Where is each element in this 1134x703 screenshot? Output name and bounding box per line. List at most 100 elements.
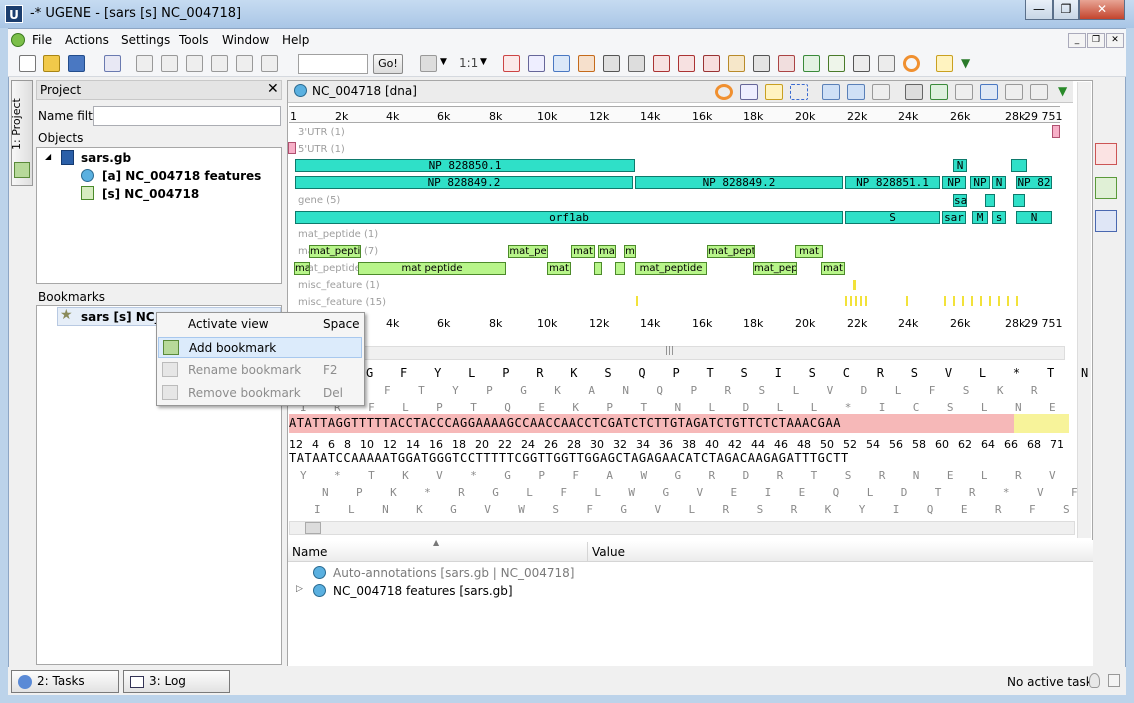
dna-icon[interactable] (703, 55, 720, 72)
menu-file[interactable]: File (32, 33, 52, 47)
misc-feature-mark[interactable] (906, 296, 908, 306)
cut-icon[interactable] (678, 55, 695, 72)
close-window-button[interactable]: ✕ (1079, 0, 1125, 20)
find-repeats-icon[interactable] (553, 55, 570, 72)
show-translation-icon[interactable] (847, 84, 865, 100)
peptide-feature[interactable]: mat (795, 245, 823, 258)
peptide-feature[interactable]: mat_pepti (309, 245, 361, 258)
gene-feature[interactable] (985, 194, 995, 207)
restriction-sites-icon[interactable] (628, 55, 645, 72)
peptide-feature[interactable]: mat (571, 245, 595, 258)
overview-ruler[interactable] (289, 106, 1060, 123)
5utr-marker[interactable] (288, 142, 296, 154)
peptide-feature[interactable]: ma (598, 245, 616, 258)
tree-item-features[interactable]: [a] NC_004718 features (102, 169, 261, 183)
open-folder-icon[interactable] (43, 55, 60, 72)
scroll-grip-icon[interactable]: ||| (665, 346, 674, 356)
menu-activate-view[interactable]: Activate view Space (158, 314, 362, 335)
zoom-dropdown-icon[interactable]: ▼ (480, 57, 487, 67)
abc-toggle-icon[interactable] (765, 84, 783, 100)
tool-icon[interactable] (853, 55, 870, 72)
zoom-selection-icon[interactable] (980, 84, 998, 100)
annotation-row[interactable]: NC_004718 features [sars.gb] (333, 584, 513, 598)
peptide-feature[interactable]: mat_peptide (635, 262, 707, 275)
copy-complement-icon[interactable] (186, 55, 203, 72)
sequence-abc-icon[interactable] (1095, 143, 1117, 165)
cds-feature[interactable]: NP 828849.2 (635, 176, 843, 189)
peptide-feature[interactable]: m (624, 245, 636, 258)
cds-feature[interactable]: NP_82 (1016, 176, 1052, 189)
cds-feature[interactable]: NP 828849.2 (295, 176, 633, 189)
peptide-feature[interactable]: ma (294, 262, 310, 275)
menu-remove-bookmark[interactable]: Remove bookmark Del (158, 383, 362, 404)
goto-position-input[interactable] (298, 54, 368, 74)
edit-sequence-icon[interactable] (104, 55, 121, 72)
misc-feature-mark[interactable] (944, 296, 1020, 306)
orf-feature[interactable]: s (992, 211, 1006, 224)
mdi-close-button[interactable]: ✕ (1106, 33, 1124, 48)
annotation-row[interactable]: Auto-annotations [sars.gb | NC_004718] (333, 566, 574, 580)
primer-icon[interactable] (653, 55, 670, 72)
close-panel-icon[interactable]: ✕ (267, 81, 279, 97)
peptide-feature[interactable]: mat peptide (358, 262, 506, 275)
smith-waterman-icon[interactable] (528, 55, 545, 72)
menu-settings[interactable]: Settings (121, 33, 170, 47)
log-button[interactable]: 3: Log (123, 670, 230, 693)
analyze-icon[interactable] (778, 55, 795, 72)
column-header-value[interactable]: Value (592, 545, 625, 559)
maximize-button[interactable]: ❐ (1053, 0, 1079, 20)
cds-feature[interactable]: NP 828850.1 (295, 159, 635, 172)
more-options-icon[interactable]: ▼ (1058, 84, 1067, 98)
column-header-name[interactable]: Name (292, 545, 327, 559)
graphs-icon[interactable] (740, 84, 758, 100)
notification-bulb-icon[interactable] (1089, 673, 1100, 688)
orf-feature[interactable]: orf1ab (295, 211, 843, 224)
find-pattern-icon[interactable] (503, 55, 520, 72)
detail-scroll-thumb[interactable] (305, 522, 321, 534)
peptide-feature[interactable] (594, 262, 602, 275)
3utr-marker[interactable] (1052, 125, 1060, 138)
zoom-out-icon[interactable] (955, 84, 973, 100)
orf-feature[interactable]: S (845, 211, 940, 224)
menu-help[interactable]: Help (282, 33, 309, 47)
column-divider[interactable] (587, 542, 588, 562)
menu-add-bookmark[interactable]: Add bookmark (158, 337, 362, 358)
cds-feature[interactable]: N (953, 159, 967, 172)
dotplot-icon[interactable] (753, 55, 770, 72)
menu-rename-bookmark[interactable]: Rename bookmark F2 (158, 360, 362, 381)
cds-feature[interactable]: NP (942, 176, 966, 189)
dna-direct-strand[interactable]: ATATTAGGTTTTTACCTACCCAGGAAAAGCCAACCAACCT… (289, 416, 841, 430)
copy-icon[interactable] (136, 55, 153, 72)
statistics-panel-icon[interactable] (1095, 210, 1117, 232)
misc-feature-mark[interactable] (853, 280, 856, 290)
menu-tools[interactable]: Tools (179, 33, 209, 47)
tree-root-sars[interactable]: sars.gb (81, 151, 131, 165)
save-icon[interactable] (68, 55, 85, 72)
pencil-icon[interactable] (420, 55, 437, 72)
peptide-feature[interactable] (615, 262, 625, 275)
cds-feature[interactable]: NP (970, 176, 990, 189)
show-complement-icon[interactable] (822, 84, 840, 100)
select-range-icon[interactable] (790, 84, 808, 100)
cds-feature[interactable] (1011, 159, 1027, 172)
annotations-panel-icon[interactable] (1095, 177, 1117, 199)
workflow-icon[interactable] (803, 55, 820, 72)
peptide-feature[interactable]: mat_pepti (707, 245, 755, 258)
orf-feature[interactable]: M (972, 211, 988, 224)
orf-finder-icon[interactable] (603, 55, 620, 72)
export-image-icon[interactable] (905, 84, 923, 100)
zoom-whole-icon[interactable] (1005, 84, 1023, 100)
orf-feature[interactable]: sar (942, 211, 966, 224)
dna-complement-strand[interactable]: TATAATCCAAAAATGGATGGGTCCTTTTTCGGTTGGTTGG… (289, 451, 849, 465)
copy-annotation-icon[interactable] (211, 55, 228, 72)
query-designer-icon[interactable] (728, 55, 745, 72)
go-button[interactable]: Go! (373, 54, 403, 74)
view-options-icon[interactable] (1030, 84, 1048, 100)
cds-feature[interactable]: N (992, 176, 1006, 189)
toolbar-more-icon[interactable]: ▼ (961, 56, 970, 70)
overview-horizontal-scrollbar[interactable] (289, 346, 1065, 360)
collapse-arrow-icon[interactable]: ◢ (45, 152, 51, 161)
menu-window[interactable]: Window (222, 33, 269, 47)
menu-actions[interactable]: Actions (65, 33, 109, 47)
peptide-feature[interactable]: mat_pep (753, 262, 797, 275)
